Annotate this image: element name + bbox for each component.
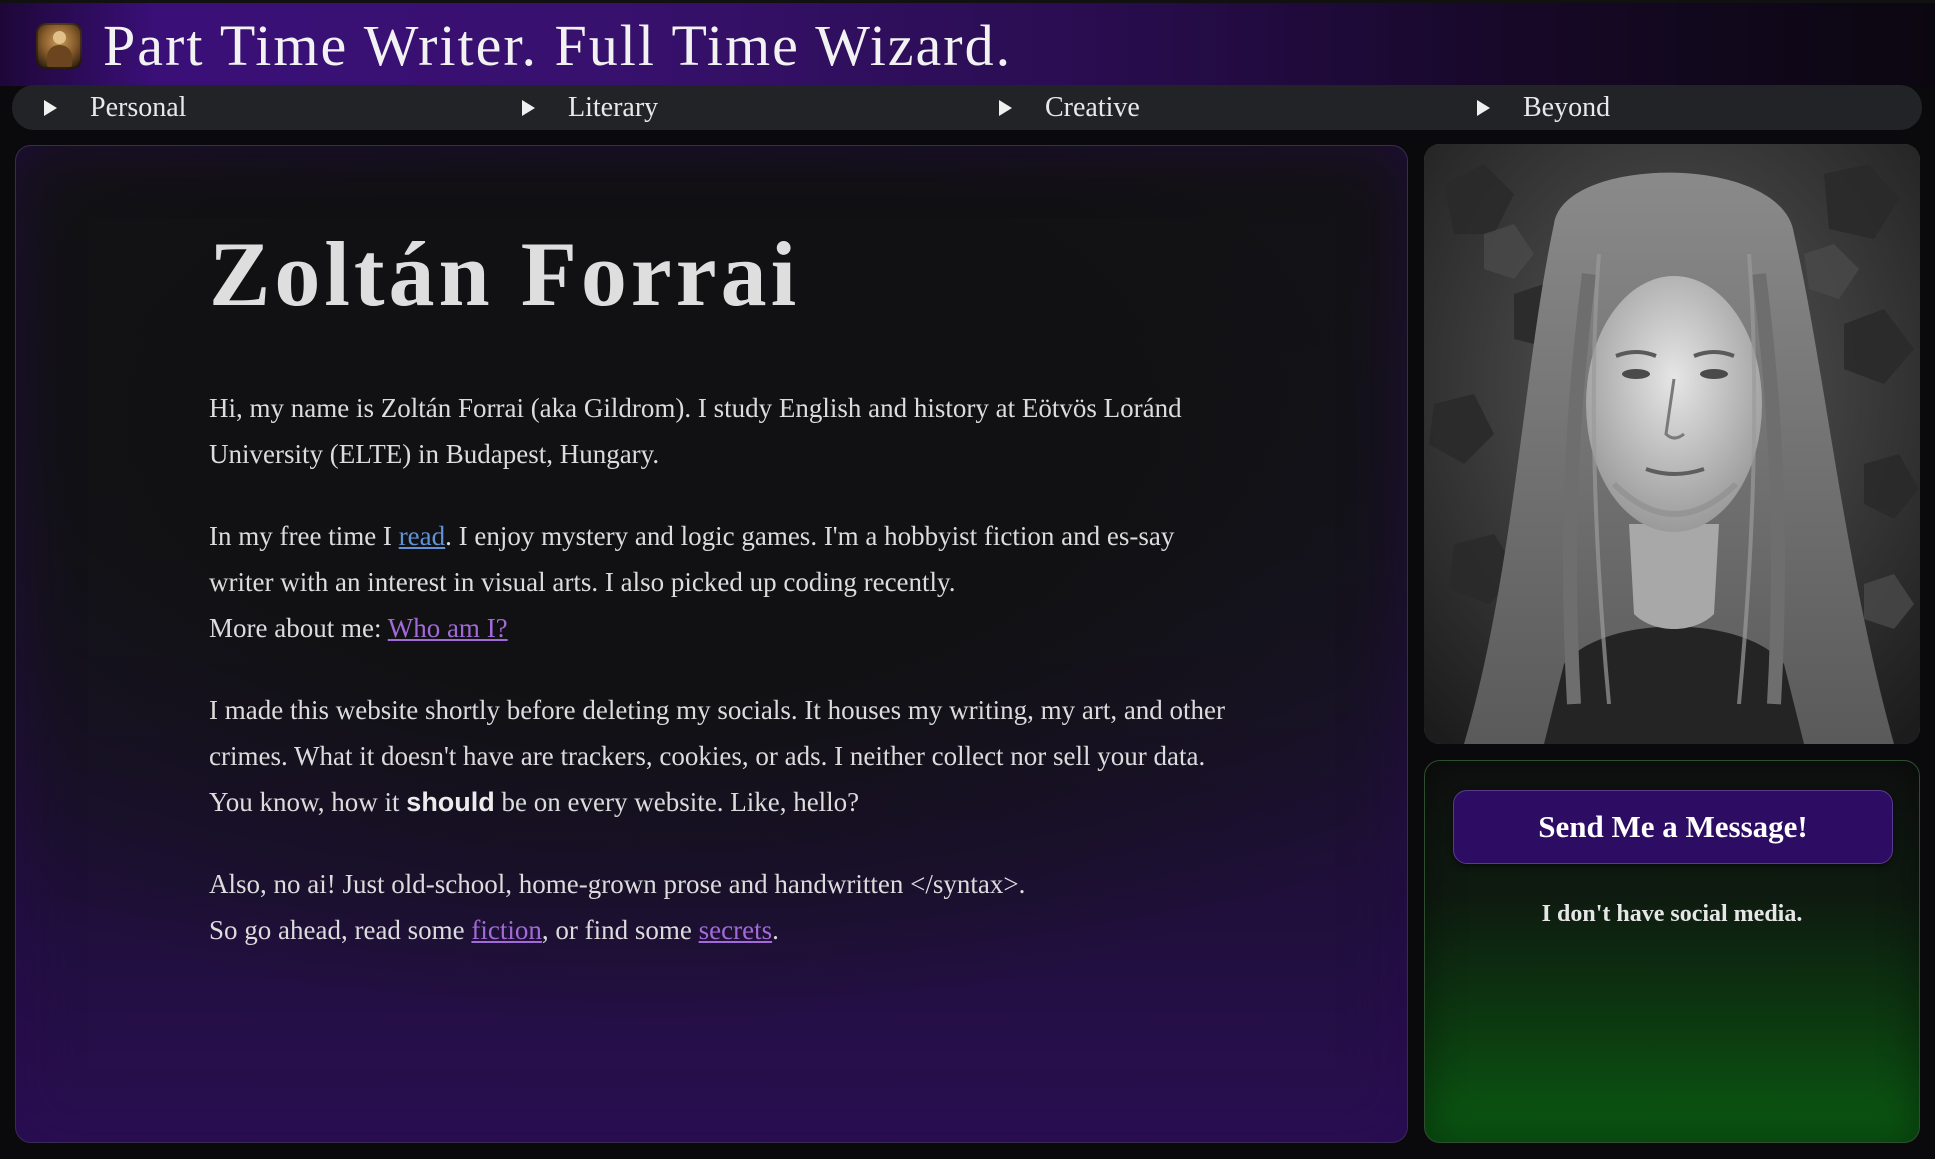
contact-card: Send Me a Message! I don't have social m… bbox=[1424, 760, 1920, 1143]
intro-content: Zoltán Forrai Hi, my name is Zoltán Forr… bbox=[209, 221, 1229, 953]
nav-item-personal[interactable]: Personal bbox=[12, 85, 186, 130]
wizard-avatar-icon[interactable] bbox=[36, 23, 82, 69]
site-title[interactable]: Part Time Writer. Full Time Wizard. bbox=[103, 12, 1012, 79]
who-am-i-link[interactable]: Who am I? bbox=[388, 613, 508, 643]
no-social-media-note: I don't have social media. bbox=[1541, 901, 1803, 927]
nav-item-label: Creative bbox=[1045, 91, 1140, 123]
send-message-button[interactable]: Send Me a Message! bbox=[1453, 790, 1893, 864]
emphasis: should bbox=[406, 787, 495, 817]
text: be on every website. Like, hello? bbox=[494, 787, 860, 817]
nav-item-beyond[interactable]: Beyond bbox=[1445, 85, 1610, 130]
text: . bbox=[772, 915, 779, 945]
triangle-right-icon bbox=[44, 99, 57, 116]
text: Also, no ai! Just old-school, home-grown… bbox=[209, 869, 1026, 899]
nav-item-label: Beyond bbox=[1523, 91, 1611, 123]
main-nav: Personal Literary Creative Beyond bbox=[12, 85, 1922, 130]
portrait-image bbox=[1424, 144, 1920, 744]
nav-item-literary[interactable]: Literary bbox=[490, 85, 658, 130]
fiction-link[interactable]: fiction bbox=[471, 915, 541, 945]
text: So go ahead, read some bbox=[209, 915, 472, 945]
triangle-right-icon bbox=[522, 99, 535, 116]
text: In my free time I bbox=[209, 521, 399, 551]
privacy-paragraph: I made this website shortly before delet… bbox=[209, 687, 1229, 825]
site-header: Part Time Writer. Full Time Wizard. bbox=[0, 0, 1935, 86]
nav-item-label: Personal bbox=[90, 91, 187, 123]
triangle-right-icon bbox=[1477, 99, 1490, 116]
intro-card: Zoltán Forrai Hi, my name is Zoltán Forr… bbox=[15, 145, 1408, 1143]
intro-paragraph: Hi, my name is Zoltán Forrai (aka Gildro… bbox=[209, 393, 1182, 469]
nav-item-label: Literary bbox=[568, 91, 659, 123]
text: More about me: bbox=[209, 613, 388, 643]
portrait-photo bbox=[1424, 144, 1920, 744]
closing-paragraph: Also, no ai! Just old-school, home-grown… bbox=[209, 861, 1229, 953]
hobbies-paragraph: In my free time I read. I enjoy mystery … bbox=[209, 513, 1229, 651]
read-link[interactable]: read bbox=[399, 521, 445, 551]
page-title: Zoltán Forrai bbox=[209, 223, 801, 325]
triangle-right-icon bbox=[999, 99, 1012, 116]
secrets-link[interactable]: secrets bbox=[699, 915, 772, 945]
text: , or find some bbox=[541, 915, 699, 945]
nav-item-creative[interactable]: Creative bbox=[967, 85, 1140, 130]
